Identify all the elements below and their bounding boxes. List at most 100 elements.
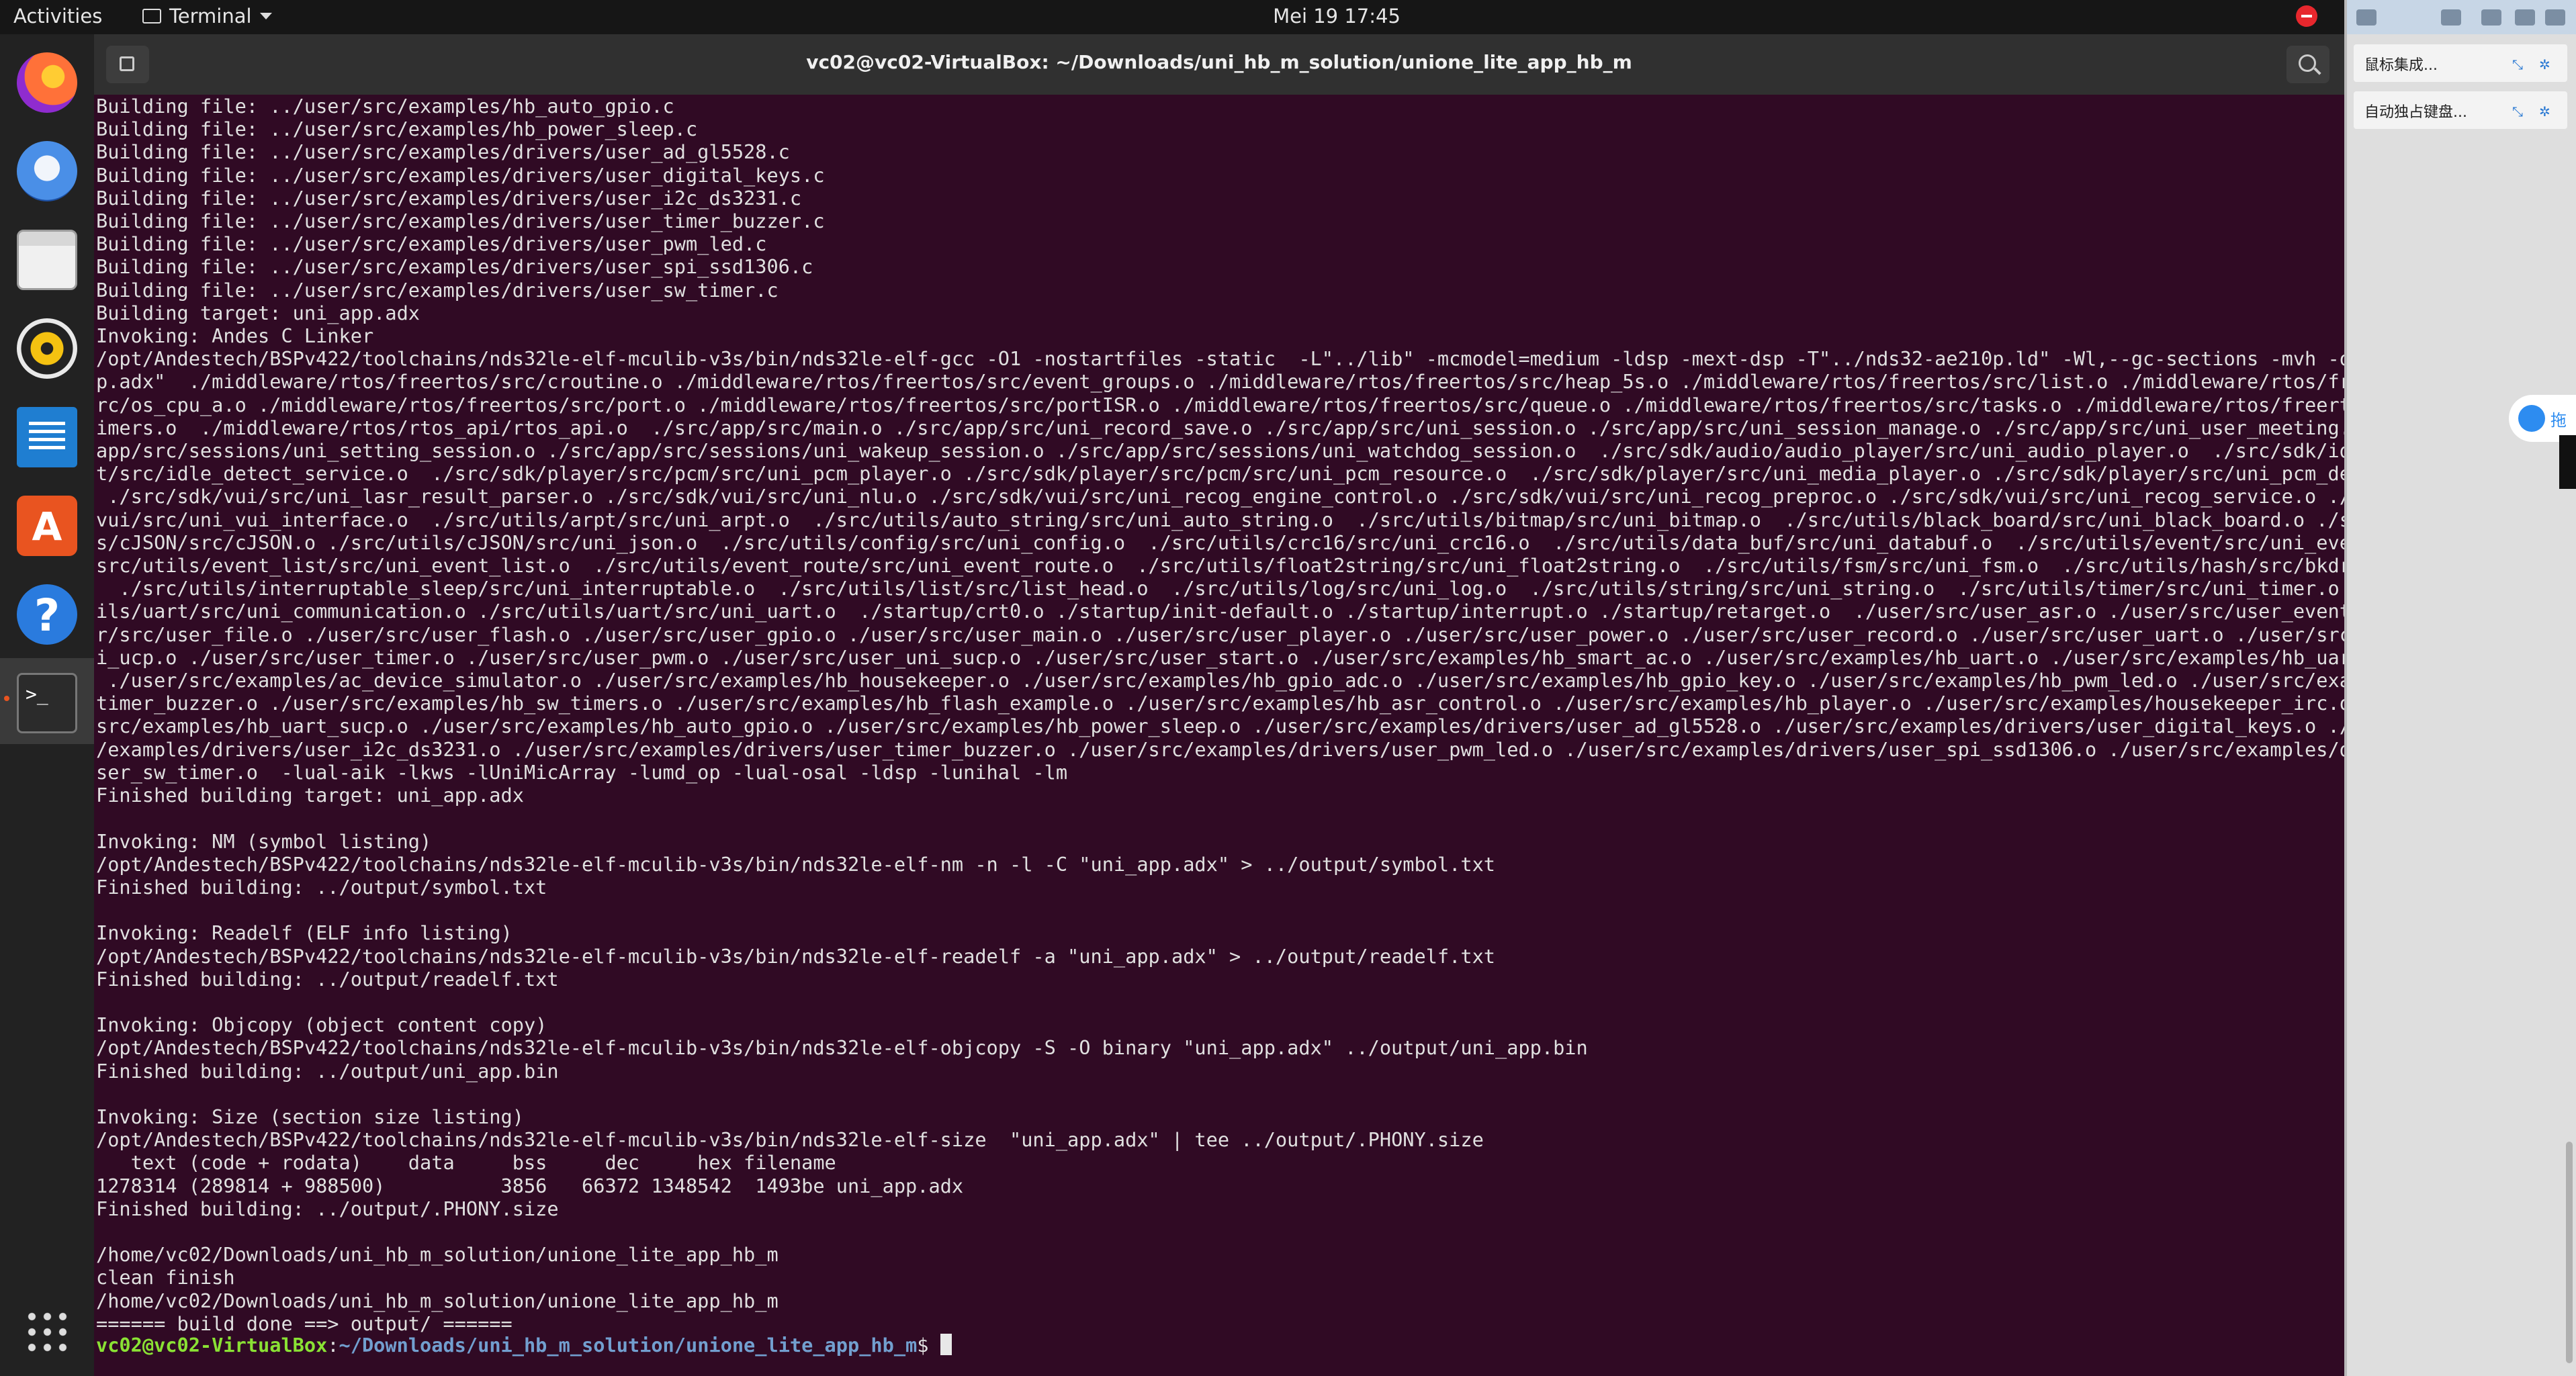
terminal-line: /home/vc02/Downloads/uni_hb_m_solution/u… [96, 1289, 779, 1312]
terminal-line: Building file: ../user/src/examples/driv… [96, 232, 767, 256]
side-item-keyboard-capture[interactable]: 自动独占键盘... ⤡ ✲ [2354, 91, 2567, 129]
keyboard-capture-icon: ⤡ [2512, 103, 2523, 120]
terminal-line: /opt/Andestech/BSPv422/toolchains/nds32l… [96, 347, 2344, 371]
settings-icon: ✲ [2539, 56, 2550, 73]
terminal-line: text (code + rodata) data bss dec hex fi… [130, 1151, 836, 1175]
terminal-line: Invoking: Objcopy (object content copy) [96, 1013, 547, 1037]
dock-item-thunderbird[interactable] [0, 126, 94, 212]
floating-button-label: 拖 [2550, 411, 2567, 430]
prompt-symbol: $ [917, 1334, 940, 1357]
terminal-line: /opt/Andestech/BSPv422/toolchains/nds32l… [96, 1036, 1588, 1060]
document-icon [17, 407, 77, 467]
dock-item-terminal[interactable] [0, 658, 94, 744]
help-icon [17, 584, 77, 645]
terminal-line: ser_sw_timer.o -lual-aik -lkws -lUniMicA… [96, 760, 1068, 784]
text-cursor [940, 1334, 952, 1355]
terminal-line: Invoking: Size (section size listing) [96, 1105, 524, 1128]
dock-item-firefox[interactable] [0, 38, 94, 124]
display-icon[interactable] [2515, 9, 2535, 26]
terminal-line: ====== build done ==> output/ ====== [96, 1312, 513, 1335]
system-menu-icon[interactable] [2296, 5, 2317, 27]
chevron-down-icon [259, 13, 272, 19]
side-panel-scrollbar[interactable] [2566, 1142, 2573, 1363]
dock-item-help[interactable] [0, 569, 94, 655]
folder-icon [17, 230, 77, 290]
dock-item-rhythmbox[interactable] [0, 304, 94, 389]
dock [0, 34, 94, 1376]
terminal-line: app/src/sessions/uni_setting_session.o .… [96, 439, 2344, 463]
volume-icon[interactable] [2481, 9, 2501, 26]
terminal-line: Invoking: Readelf (ELF info listing) [96, 921, 513, 945]
terminal-line: t/src/idle_detect_service.o ./src/sdk/pl… [96, 462, 2344, 486]
activities-button[interactable]: Activities [13, 5, 102, 28]
search-button[interactable] [2286, 46, 2329, 83]
terminal-line: Finished building target: uni_app.adx [96, 784, 524, 807]
terminal-line: src/examples/hb_uart_sucp.o ./user/src/e… [96, 715, 2344, 738]
side-item-mouse-integration[interactable]: 鼠标集成... ⤡ ✲ [2354, 44, 2567, 82]
music-icon [17, 318, 77, 379]
network-icon[interactable] [2441, 9, 2461, 26]
terminal-line: ./src/sdk/vui/src/uni_lasr_result_parser… [107, 485, 2344, 508]
top-bar: Activities Terminal Mei 19 17:45 [0, 0, 2576, 34]
store-icon [17, 496, 77, 556]
window-title: vc02@vc02-VirtualBox: ~/Downloads/uni_hb… [806, 51, 1632, 73]
terminal-line: Building file: ../user/src/examples/driv… [96, 255, 813, 279]
terminal-line: Building file: ../user/src/examples/driv… [96, 278, 779, 302]
app-menu-label: Terminal [169, 5, 252, 28]
terminal-line: Building file: ../user/src/examples/hb_a… [96, 95, 674, 118]
terminal-line: vui/src/uni_vui_interface.o ./src/utils/… [96, 508, 2344, 531]
terminal-line: Building file: ../user/src/examples/driv… [96, 163, 825, 187]
terminal-line: rc/os_cpu_a.o ./middleware/rtos/freertos… [96, 393, 2344, 416]
terminal-line: Finished building: ../output/readelf.txt [96, 967, 559, 991]
terminal-output: Building file: ../user/src/examples/hb_a… [96, 95, 2344, 1335]
terminal-line: imers.o ./middleware/rtos/rtos_api/rtos_… [96, 416, 2344, 439]
terminal-line: Building file: ../user/src/examples/driv… [96, 140, 790, 164]
terminal-line: Building file: ../user/src/examples/hb_p… [96, 118, 698, 141]
terminal-headerbar: vc02@vc02-VirtualBox: ~/Downloads/uni_hb… [94, 34, 2344, 95]
terminal-line: ils/uart/src/uni_communication.o ./src/u… [96, 600, 2344, 623]
terminal-line: src/utils/event_list/src/uni_event_list.… [96, 554, 2344, 578]
terminal-line: clean finish [96, 1266, 235, 1289]
terminal-line: timer_buzzer.o ./user/src/examples/hb_sw… [96, 692, 2344, 715]
mail-icon [17, 141, 77, 201]
dock-item-writer[interactable] [0, 392, 94, 478]
prompt-separator: : [327, 1334, 339, 1357]
terminal-line: Finished building: ../output/.PHONY.size [96, 1197, 559, 1220]
terminal-line: Invoking: Andes C Linker [96, 324, 374, 348]
terminal-line: /opt/Andestech/BSPv422/toolchains/nds32l… [96, 1128, 1484, 1152]
terminal-line: Building file: ../user/src/examples/driv… [96, 186, 802, 210]
cloud-icon [2518, 405, 2545, 432]
prompt-line[interactable]: vc02@vc02-VirtualBox:~/Downloads/uni_hb_… [96, 1334, 952, 1357]
app-tray-icon[interactable] [2545, 9, 2565, 26]
terminal-line: /home/vc02/Downloads/uni_hb_m_solution/u… [96, 1243, 779, 1267]
host-side-panel: 鼠标集成... ⤡ ✲ 自动独占键盘... ⤡ ✲ [2344, 0, 2576, 1376]
terminal-icon [142, 9, 161, 24]
terminal-line: ./user/src/examples/ac_device_simulator.… [107, 669, 2344, 692]
side-item-label: 鼠标集成... [2364, 57, 2438, 74]
firefox-icon [17, 52, 77, 113]
app-menu[interactable]: Terminal [142, 5, 272, 28]
host-tray-strip [2347, 0, 2576, 34]
terminal-line: Finished building: ../output/symbol.txt [96, 875, 547, 899]
terminal-icon [17, 673, 77, 733]
terminal-line: Building file: ../user/src/examples/driv… [96, 210, 825, 233]
terminal-line: /opt/Andestech/BSPv422/toolchains/nds32l… [96, 852, 1496, 876]
dock-item-files[interactable] [0, 215, 94, 301]
dock-item-software[interactable] [0, 481, 94, 567]
terminal-body[interactable]: Building file: ../user/src/examples/hb_a… [94, 95, 2344, 1376]
info-icon[interactable] [2356, 9, 2377, 26]
settings-icon: ✲ [2539, 103, 2550, 120]
terminal-line: r/src/user_file.o ./user/src/user_flash.… [96, 623, 2344, 646]
prompt-user-host: vc02@vc02-VirtualBox [96, 1334, 328, 1357]
mouse-integration-icon: ⤡ [2512, 56, 2523, 73]
terminal-line: i_ucp.o ./user/src/user_timer.o ./user/s… [96, 645, 2344, 669]
terminal-line: /opt/Andestech/BSPv422/toolchains/nds32l… [96, 944, 1496, 968]
terminal-line: Invoking: NM (symbol listing) [96, 829, 432, 853]
terminal-line: Finished building: ../output/uni_app.bin [96, 1059, 559, 1083]
terminal-line: s/cJSON/src/cJSON.o ./src/utils/cJSON/sr… [96, 531, 2344, 554]
apps-grid-icon[interactable] [24, 1309, 70, 1355]
edge-tab[interactable] [2559, 435, 2576, 489]
prompt-path: ~/Downloads/uni_hb_m_solution/unione_lit… [339, 1334, 918, 1357]
clock[interactable]: Mei 19 17:45 [1209, 5, 1464, 28]
side-item-label: 自动独占键盘... [2364, 104, 2467, 121]
